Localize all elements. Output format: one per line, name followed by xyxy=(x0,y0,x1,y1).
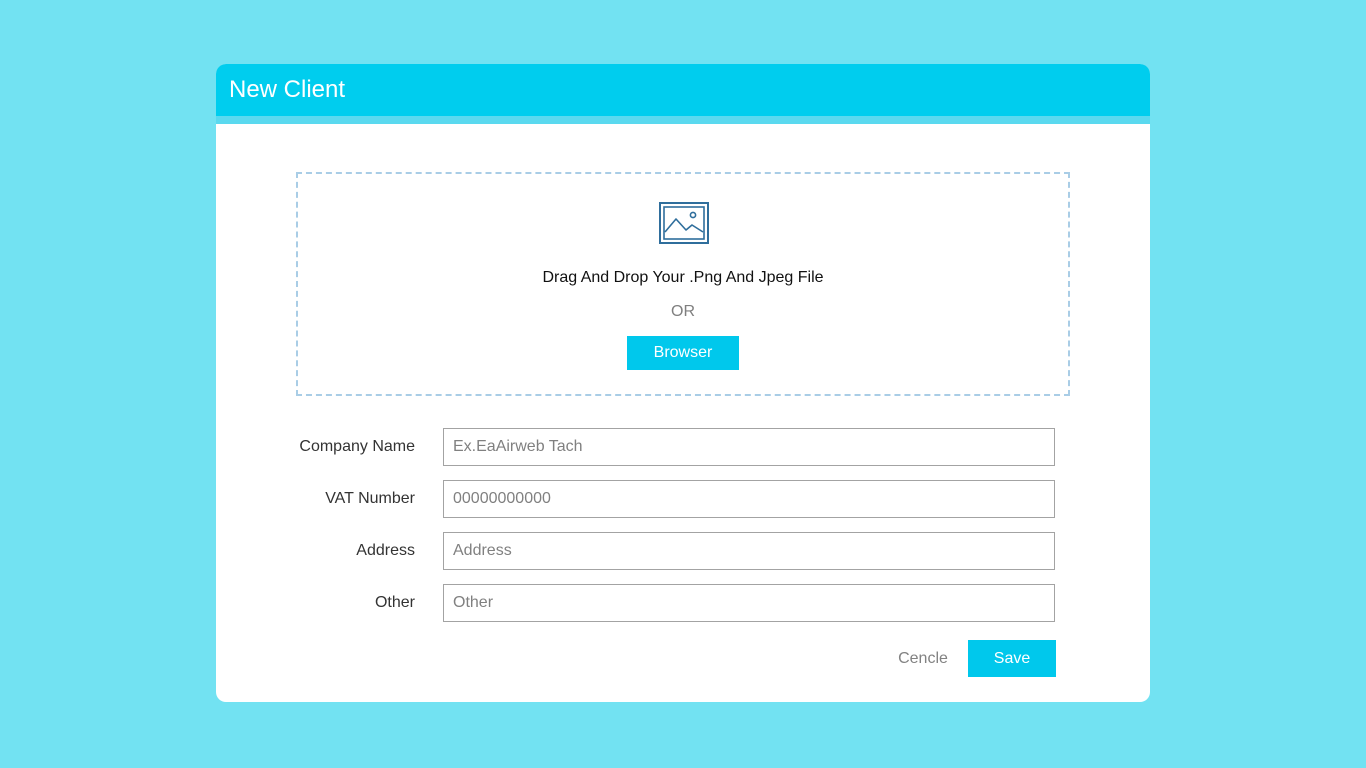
image-dropzone[interactable]: Drag And Drop Your .Png And Jpeg File OR… xyxy=(296,172,1070,396)
browse-button[interactable]: Browser xyxy=(627,336,739,370)
other-input[interactable] xyxy=(443,584,1055,622)
vat-number-label: VAT Number xyxy=(325,490,415,507)
or-separator: OR xyxy=(671,303,695,320)
dialog-header: New Client xyxy=(216,64,1150,116)
address-input[interactable] xyxy=(443,532,1055,570)
cancel-button[interactable]: Cencle xyxy=(886,640,960,677)
save-button[interactable]: Save xyxy=(968,640,1056,677)
image-icon xyxy=(659,202,709,244)
address-label: Address xyxy=(356,542,415,559)
vat-number-input[interactable] xyxy=(443,480,1055,518)
new-client-dialog: New Client Drag And Drop Your .Png And J… xyxy=(216,64,1150,702)
dialog-title: New Client xyxy=(229,76,346,103)
company-name-label: Company Name xyxy=(299,438,415,455)
company-name-input[interactable] xyxy=(443,428,1055,466)
drop-instructions: Drag And Drop Your .Png And Jpeg File xyxy=(542,269,824,286)
other-label: Other xyxy=(374,594,415,611)
dialog-header-band xyxy=(216,116,1150,124)
